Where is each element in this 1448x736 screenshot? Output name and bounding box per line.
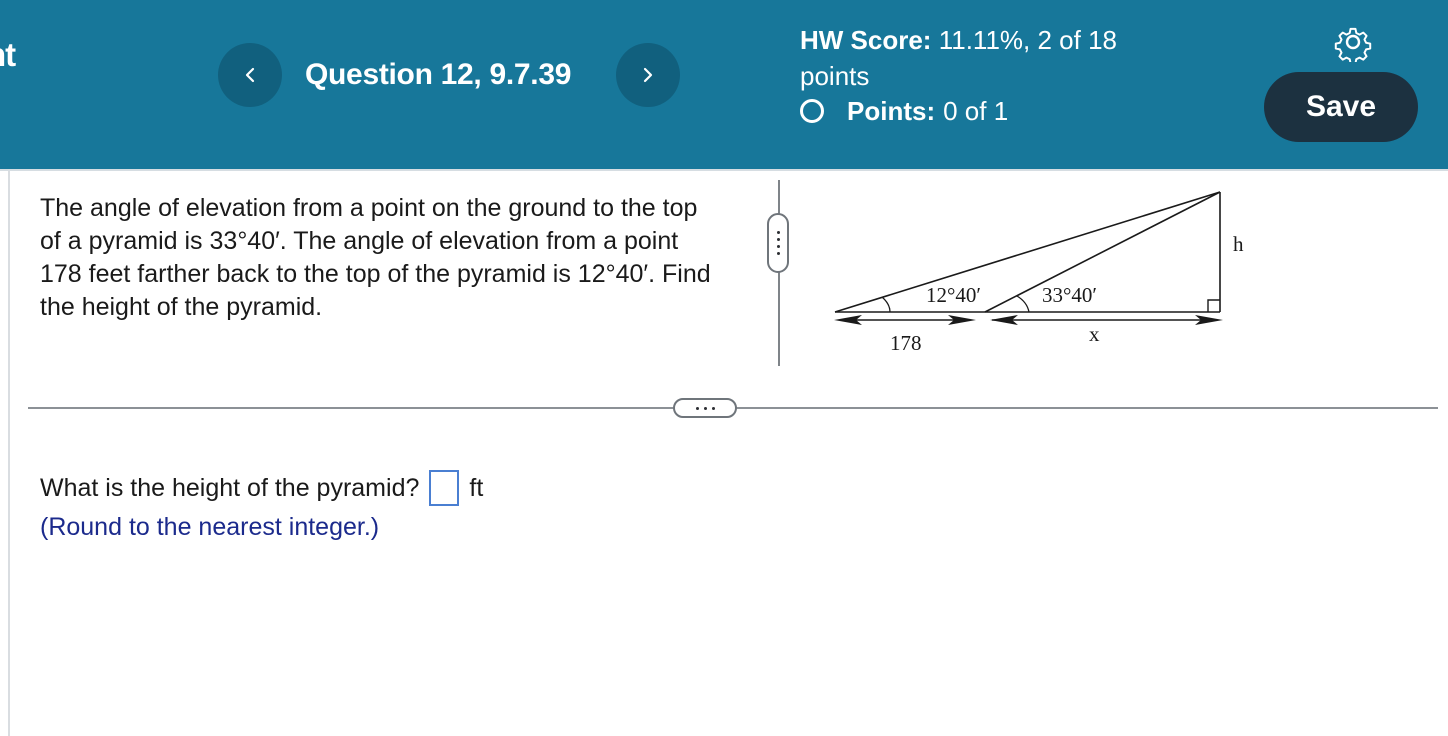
problem-statement: The angle of elevation from a point on t… (40, 194, 711, 321)
answer-row: What is the height of the pyramid? ft (40, 468, 483, 508)
header-divider (0, 169, 1448, 171)
h-label: h (1233, 232, 1244, 256)
angle-label-near: 33°40′ (1042, 283, 1097, 307)
question-points: Points: 0 of 1 (800, 93, 1008, 129)
more-options-button[interactable] (673, 398, 737, 418)
rounding-hint: (Round to the nearest integer.) (40, 513, 380, 541)
next-question-button[interactable] (616, 43, 680, 107)
vertical-splitter (778, 180, 780, 366)
vertical-splitter-handle[interactable] (767, 213, 789, 273)
truncated-left-text: nt (0, 36, 16, 73)
answer-unit: ft (469, 474, 484, 502)
right-angle-marker (1207, 299, 1220, 312)
status-circle-icon (800, 99, 824, 123)
sight-line-far (834, 191, 1221, 313)
hw-score: HW Score: 11.11%, 2 of 18 points (800, 22, 1180, 94)
distance-label: 178 (890, 331, 922, 355)
answer-input[interactable] (429, 470, 460, 506)
hw-score-value: 11.11%, 2 of 18 (938, 25, 1117, 55)
sight-line-near (984, 191, 1221, 313)
pyramid-figure: 12°40′ 33°40′ 178 x h (834, 191, 1244, 355)
answer-prompt: What is the height of the pyramid? (40, 474, 420, 502)
points-label: Points: (847, 96, 936, 126)
top-bar (0, 0, 1448, 169)
gear-icon[interactable] (1333, 22, 1373, 62)
chevron-left-icon (245, 67, 255, 83)
question-title: Question 12, 9.7.39 (305, 58, 572, 91)
angle-arc-far (881, 296, 891, 313)
points-value: 0 of 1 (943, 96, 1009, 126)
save-button[interactable]: Save (1264, 72, 1418, 142)
x-label: x (1089, 322, 1100, 346)
hw-score-unit: points (800, 61, 870, 91)
previous-question-button[interactable] (218, 43, 282, 107)
left-panel-edge (0, 171, 10, 736)
angle-arc-near (1016, 295, 1030, 313)
angle-label-far: 12°40′ (926, 283, 981, 307)
chevron-right-icon (643, 67, 653, 83)
hw-score-label: HW Score: (800, 25, 932, 55)
